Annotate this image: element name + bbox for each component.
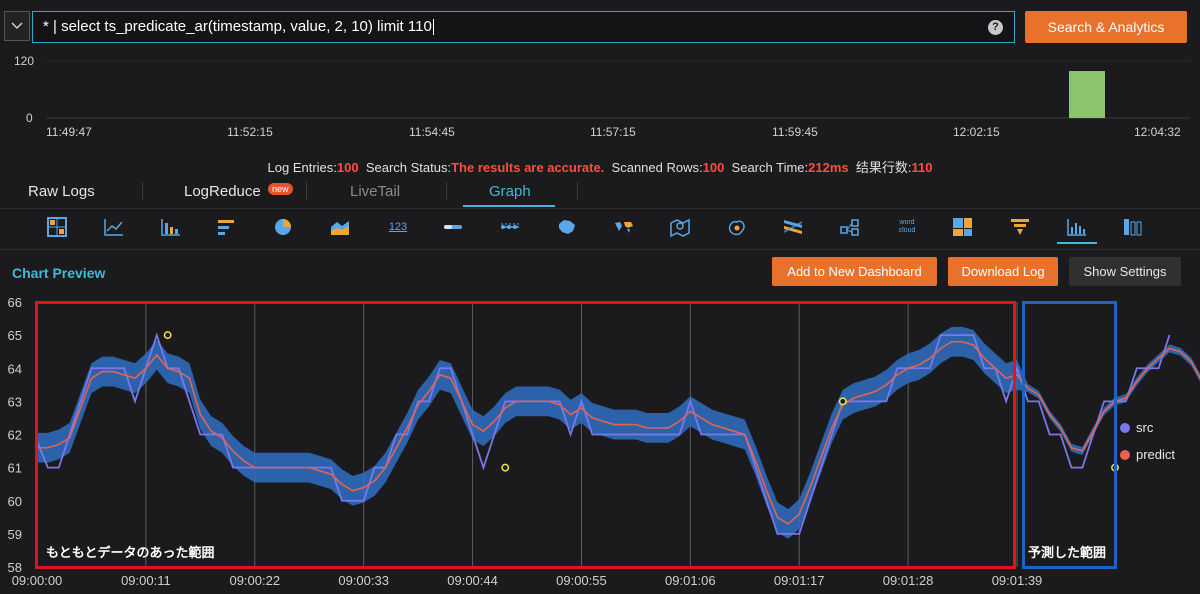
x-tick-label: 09:00:44 bbox=[447, 573, 498, 588]
histogram-x-tick: 11:59:45 bbox=[772, 125, 818, 139]
divider bbox=[0, 249, 1200, 250]
scanned-rows-label: Scanned Rows: bbox=[611, 160, 703, 175]
tab-graph[interactable]: Graph bbox=[489, 183, 531, 200]
x-tick-label: 09:01:39 bbox=[992, 573, 1043, 588]
histogram-bar[interactable] bbox=[1069, 71, 1105, 118]
treemap-icon[interactable] bbox=[950, 214, 976, 240]
table-icon[interactable] bbox=[44, 214, 70, 240]
predicted-region-label: 予測した範囲 bbox=[1028, 545, 1107, 560]
histogram-x-tick: 11:52:15 bbox=[227, 125, 273, 139]
tab-logreduce[interactable]: LogReduce bbox=[184, 183, 261, 200]
original-data-region-box bbox=[35, 301, 1016, 569]
chart-preview-title: Chart Preview bbox=[12, 265, 106, 281]
help-icon[interactable]: ? bbox=[988, 20, 1003, 35]
y-tick-label: 66 bbox=[8, 295, 22, 310]
legend-item-predict[interactable]: predict bbox=[1120, 447, 1175, 462]
search-status-label: Search Status: bbox=[365, 160, 452, 175]
y-tick-label: 59 bbox=[8, 527, 22, 542]
world-map-icon[interactable] bbox=[611, 214, 637, 240]
search-analytics-button[interactable]: Search & Analytics bbox=[1025, 11, 1187, 43]
histogram-y-tick-0: 0 bbox=[26, 111, 33, 125]
tab-separator bbox=[306, 182, 307, 200]
search-status-value: The results are accurate. bbox=[451, 160, 605, 175]
histogram-y-tick-120: 120 bbox=[14, 54, 35, 68]
tab-separator bbox=[577, 182, 578, 200]
tab-separator bbox=[142, 182, 143, 200]
progress-bar-icon[interactable] bbox=[440, 214, 466, 240]
area-chart-icon[interactable] bbox=[327, 214, 353, 240]
x-tick-label: 09:00:33 bbox=[338, 573, 389, 588]
y-tick-label: 64 bbox=[8, 361, 22, 376]
geo-map-icon[interactable] bbox=[667, 214, 693, 240]
x-tick-label: 09:01:17 bbox=[774, 573, 825, 588]
x-tick-label: 09:00:11 bbox=[121, 573, 171, 588]
histogram-x-tick: 11:54:45 bbox=[409, 125, 455, 139]
sankey-icon[interactable] bbox=[780, 214, 806, 240]
result-count-label: 结果行数: bbox=[855, 160, 912, 175]
original-data-region-label: もともとデータのあった範囲 bbox=[46, 545, 215, 560]
x-tick-label: 09:00:00 bbox=[12, 573, 63, 588]
log-entries-label: Log Entries: bbox=[267, 160, 337, 175]
query-history-dropdown[interactable] bbox=[4, 11, 30, 41]
predicted-region-box bbox=[1022, 301, 1117, 569]
histogram-x-tick: 11:57:15 bbox=[590, 125, 636, 139]
y-tick-label: 65 bbox=[8, 328, 22, 343]
histogram-x-tick: 12:04:32 bbox=[1134, 125, 1181, 139]
active-tab-indicator bbox=[463, 205, 555, 207]
scanned-rows-value: 100 bbox=[702, 160, 725, 175]
word-cloud-icon[interactable]: word cloud bbox=[894, 214, 920, 240]
legend-swatch bbox=[1120, 449, 1130, 460]
x-tick-label: 09:01:28 bbox=[883, 573, 934, 588]
chevron-down-icon bbox=[11, 22, 23, 30]
flow-graph-icon[interactable] bbox=[497, 214, 523, 240]
legend-item-src[interactable]: src bbox=[1120, 420, 1153, 435]
log-histogram bbox=[46, 60, 1190, 119]
search-status-line: Log Entries:100 Search Status:The result… bbox=[0, 157, 1200, 176]
search-time-label: Search Time: bbox=[731, 160, 809, 175]
new-badge: new bbox=[268, 183, 293, 195]
line-chart-icon[interactable] bbox=[101, 214, 127, 240]
histogram-x-tick: 12:02:15 bbox=[953, 125, 1000, 139]
china-map-icon[interactable] bbox=[554, 214, 580, 240]
pie-chart-icon[interactable] bbox=[271, 214, 297, 240]
cross-table-icon[interactable] bbox=[1120, 214, 1146, 240]
query-input[interactable]: * | select ts_predicate_ar(timestamp, va… bbox=[32, 11, 1015, 43]
tab-raw-logs[interactable]: Raw Logs bbox=[28, 183, 95, 200]
x-tick-label: 09:00:55 bbox=[556, 573, 607, 588]
result-count-value: 110 bbox=[911, 160, 933, 175]
topology-icon[interactable] bbox=[837, 214, 863, 240]
add-to-new-dashboard-button[interactable]: Add to New Dashboard bbox=[772, 257, 937, 286]
funnel-icon[interactable] bbox=[1007, 214, 1033, 240]
single-value-icon[interactable]: 123 bbox=[384, 214, 412, 240]
tab-livetail[interactable]: LiveTail bbox=[350, 183, 400, 200]
text-cursor bbox=[432, 19, 434, 36]
tab-separator bbox=[446, 182, 447, 200]
divider bbox=[0, 208, 1200, 209]
legend-label: src bbox=[1136, 420, 1154, 435]
active-chart-type-indicator bbox=[1057, 242, 1097, 244]
y-tick-label: 61 bbox=[8, 461, 22, 476]
search-time-value: 212ms bbox=[808, 160, 849, 175]
show-settings-button[interactable]: Show Settings bbox=[1069, 257, 1181, 286]
query-text: * | select ts_predicate_ar(timestamp, va… bbox=[43, 18, 432, 35]
log-entries-value: 100 bbox=[336, 160, 359, 175]
download-log-button[interactable]: Download Log bbox=[948, 257, 1058, 286]
y-tick-label: 62 bbox=[8, 428, 22, 443]
y-tick-label: 60 bbox=[8, 494, 22, 509]
time-series-icon[interactable] bbox=[1064, 214, 1090, 240]
column-chart-icon[interactable] bbox=[158, 214, 184, 240]
bar-chart-icon[interactable] bbox=[214, 214, 240, 240]
heat-map-icon[interactable] bbox=[724, 214, 750, 240]
x-tick-label: 09:00:22 bbox=[229, 573, 280, 588]
legend-swatch bbox=[1120, 422, 1130, 433]
histogram-x-tick: 11:49:47 bbox=[46, 125, 92, 139]
x-tick-label: 09:01:06 bbox=[665, 573, 716, 588]
legend-label: predict bbox=[1136, 447, 1176, 462]
y-tick-label: 58 bbox=[8, 560, 22, 575]
y-tick-label: 63 bbox=[8, 394, 22, 409]
